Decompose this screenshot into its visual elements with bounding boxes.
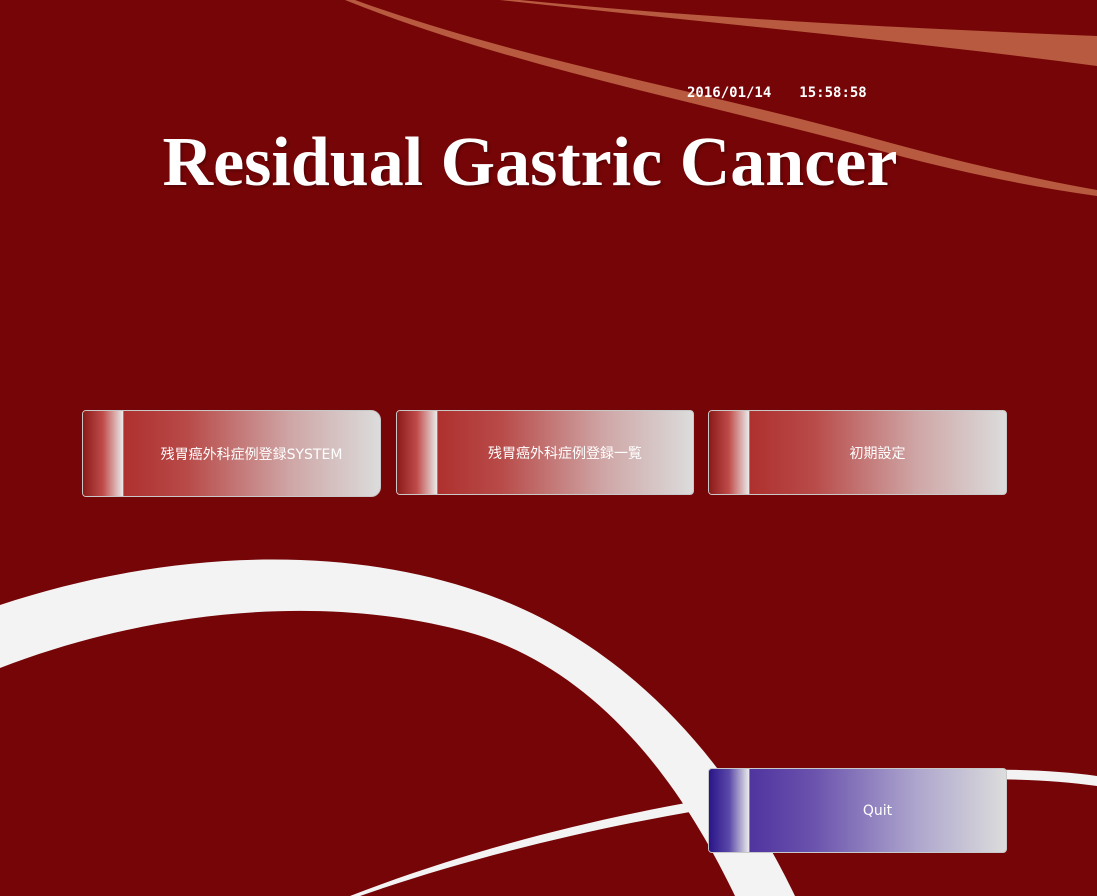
datetime-display: 2016/01/14 15:58:58	[687, 85, 867, 101]
button-tab-decoration	[709, 411, 750, 494]
date-text: 2016/01/14	[687, 85, 772, 101]
initial-settings-label: 初期設定	[849, 445, 906, 462]
button-tab-decoration	[397, 411, 438, 494]
case-registration-list-button[interactable]: 残胃癌外科症例登録一覧	[396, 410, 694, 495]
time-text: 15:58:58	[799, 85, 867, 101]
button-tab-decoration	[83, 411, 124, 496]
page-title: Residual Gastric Cancer	[162, 124, 898, 201]
quit-label: Quit	[862, 802, 893, 819]
quit-button[interactable]: Quit	[708, 768, 1007, 853]
case-registration-system-button[interactable]: 残胃癌外科症例登録SYSTEM	[82, 410, 381, 497]
initial-settings-button[interactable]: 初期設定	[708, 410, 1007, 495]
case-registration-list-label: 残胃癌外科症例登録一覧	[488, 445, 642, 462]
button-tab-decoration	[709, 769, 750, 852]
case-registration-system-label: 残胃癌外科症例登録SYSTEM	[160, 446, 343, 463]
